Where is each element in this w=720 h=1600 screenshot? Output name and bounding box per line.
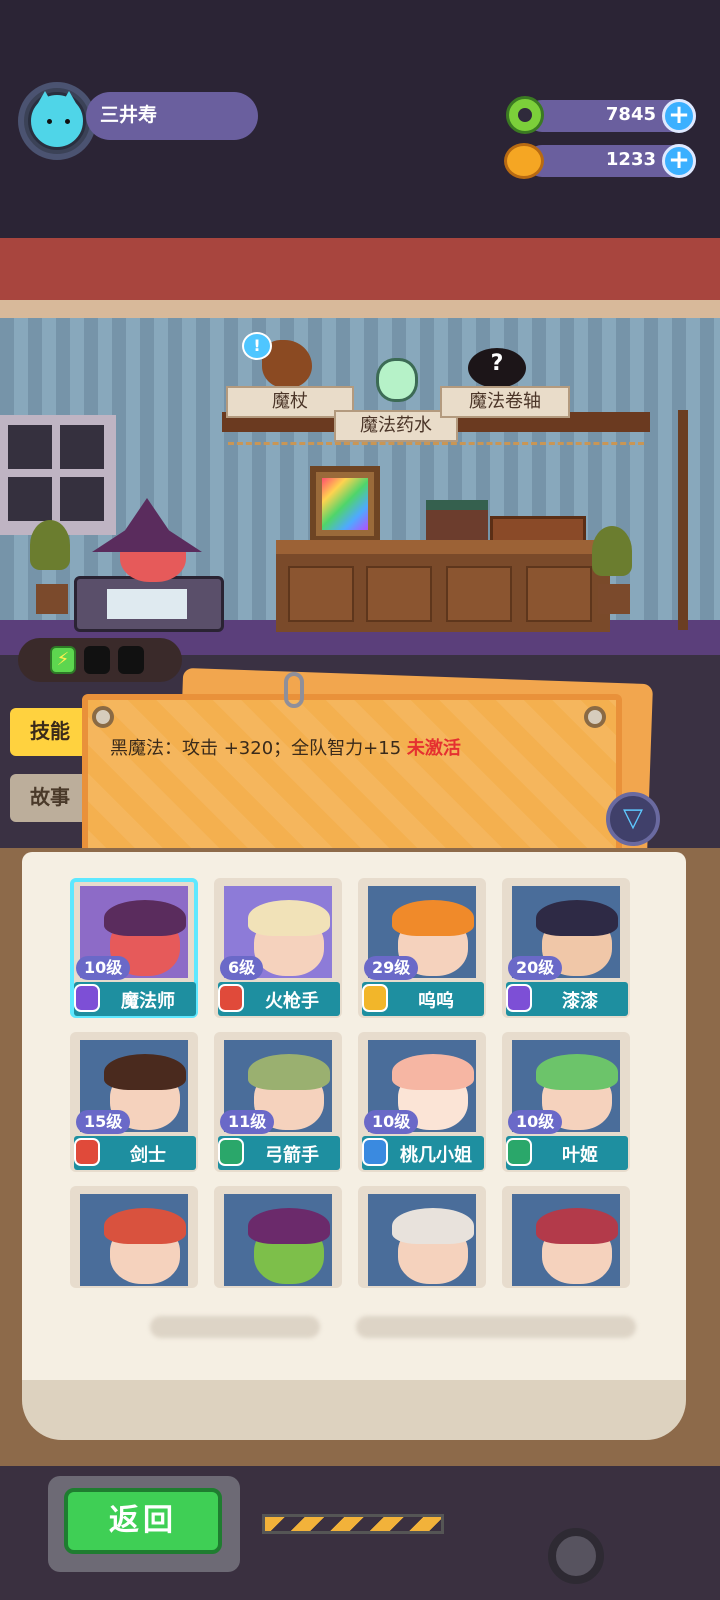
character-level: 10级: [364, 1110, 419, 1134]
character-name: 叶姬: [562, 1145, 598, 1166]
tab-skill[interactable]: 技能: [10, 708, 90, 756]
class-badge-icon: [218, 984, 244, 1012]
picture-frame[interactable]: [310, 466, 380, 542]
character-hair: [392, 1208, 474, 1244]
scroll-unknown-icon[interactable]: ?: [468, 348, 526, 388]
character-level: 6级: [220, 956, 264, 980]
tab-story[interactable]: 故事: [10, 774, 90, 822]
character-card[interactable]: [70, 1186, 198, 1288]
character-card[interactable]: 剑士 15级: [70, 1032, 198, 1172]
character-hair: [392, 1054, 474, 1090]
blurred-text: [150, 1316, 320, 1338]
ceiling-shelf: [0, 300, 720, 320]
character-level: 10级: [76, 956, 131, 980]
notification-bubble-icon: !: [242, 332, 272, 360]
character-portrait: [512, 1194, 620, 1286]
skill-status: 未激活: [406, 738, 461, 759]
class-badge-icon: [74, 1138, 100, 1166]
character-name: 魔法师: [121, 991, 175, 1012]
character-card[interactable]: [214, 1186, 342, 1288]
cat-icon[interactable]: [28, 91, 86, 150]
character-name: 漆漆: [562, 991, 598, 1012]
character-card[interactable]: 漆漆 20级: [502, 878, 630, 1018]
pin-icon: [584, 706, 606, 728]
paperclip-icon: [284, 672, 304, 708]
character-hair: [536, 900, 618, 936]
character-card[interactable]: 弓箭手 11级: [214, 1032, 342, 1172]
character-name: 弓箭手: [265, 1145, 319, 1166]
character-name: 桃几小姐: [400, 1145, 472, 1166]
skill-description: 黑魔法：攻击 +320；全队智力+15 未激活: [110, 734, 461, 760]
character-hair: [104, 1054, 186, 1090]
character-portrait: [80, 1194, 188, 1286]
character-level: 20级: [508, 956, 563, 980]
character-hair: [248, 900, 330, 936]
character-portrait: [368, 1194, 476, 1286]
gear-icon: [548, 1528, 604, 1584]
character-card[interactable]: 火枪手 6级: [214, 878, 342, 1018]
character-hair: [392, 900, 474, 936]
book-stack: [426, 500, 488, 540]
plant-right: [592, 526, 632, 576]
character-card[interactable]: [502, 1186, 630, 1288]
book-page-shade: [22, 1380, 686, 1440]
character-name: 呜呜: [418, 991, 454, 1012]
currency-value-green: 7845: [605, 104, 656, 125]
character-portrait: [224, 1194, 332, 1286]
class-badge-icon: [218, 1138, 244, 1166]
character-card[interactable]: 叶姬 10级: [502, 1032, 630, 1172]
character-level: 29级: [364, 956, 419, 980]
class-badge-icon: [362, 984, 388, 1012]
character-hair: [536, 1054, 618, 1090]
add-orange-currency-button[interactable]: +: [662, 144, 696, 178]
plant-left: [30, 520, 70, 570]
pot-left: [36, 584, 68, 614]
ceiling-machinery: [0, 238, 720, 306]
back-button[interactable]: 返回: [64, 1488, 222, 1554]
skill-notice-board: [82, 694, 622, 864]
pin-icon: [92, 706, 114, 728]
character-hair: [104, 900, 186, 936]
blurred-text: [356, 1316, 636, 1338]
desk: [276, 540, 610, 632]
character-level: 15级: [76, 1110, 131, 1134]
pot-right: [598, 584, 630, 614]
class-badge-icon: [362, 1138, 388, 1166]
battery-charged-icon: ⚡: [50, 646, 76, 674]
filter-button[interactable]: ▽: [606, 792, 660, 846]
character-name: 火枪手: [265, 991, 319, 1012]
hat-stand: [678, 410, 688, 630]
class-badge-icon: [506, 1138, 532, 1166]
machine: [74, 576, 224, 632]
potion-icon[interactable]: [376, 358, 418, 402]
character-level: 11级: [220, 1110, 275, 1134]
window: [0, 415, 116, 535]
character-level: 10级: [508, 1110, 563, 1134]
character-card[interactable]: 呜呜 29级: [358, 878, 486, 1018]
character-name: 剑士: [130, 1145, 166, 1166]
character-card[interactable]: 魔法师 10级: [70, 878, 198, 1018]
class-badge-icon: [506, 984, 532, 1012]
filter-icon: ▽: [623, 803, 643, 833]
player-name: 三井寿: [100, 104, 158, 126]
currency-value-orange: 1233: [605, 149, 656, 170]
character-hair: [248, 1054, 330, 1090]
character-card[interactable]: [358, 1186, 486, 1288]
class-badge-icon: [74, 984, 100, 1012]
battery-empty-icon: [118, 646, 144, 674]
character-card[interactable]: 桃几小姐 10级: [358, 1032, 486, 1172]
item-label-scroll: 魔法卷轴: [440, 386, 570, 418]
hazard-stripe: [262, 1514, 444, 1534]
character-hair: [536, 1208, 618, 1244]
battery-empty-icon: [84, 646, 110, 674]
add-green-currency-button[interactable]: +: [662, 99, 696, 133]
character-hair: [104, 1208, 186, 1244]
character-hair: [248, 1208, 330, 1244]
skill-effect-text: 黑魔法：攻击 +320；全队智力+15: [110, 738, 402, 759]
